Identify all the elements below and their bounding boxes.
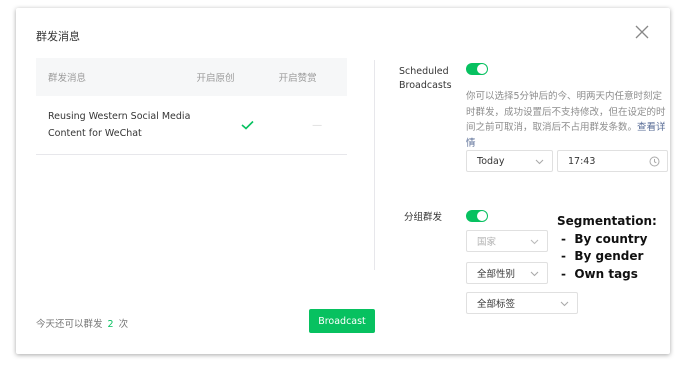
header-message: 群发消息 xyxy=(48,73,87,84)
chevron-down-icon xyxy=(530,239,539,245)
chevron-down-icon xyxy=(535,159,544,165)
dialog-title: 群发消息 xyxy=(36,30,80,43)
time-value: 17:43 xyxy=(568,155,596,167)
clock-icon xyxy=(649,156,660,167)
table-row: Reusing Western Social Media Content for… xyxy=(36,96,347,155)
reward-disabled-dash: — xyxy=(312,119,323,131)
broadcast-button[interactable]: Broadcast xyxy=(309,309,375,333)
table-header: 群发消息 开启原创 开启赞赏 xyxy=(36,58,347,96)
annotation-title: Segmentation: xyxy=(557,214,657,228)
date-value: Today xyxy=(477,155,505,167)
gender-value: 全部性别 xyxy=(477,269,516,280)
annotation-item: - By country xyxy=(561,231,648,246)
segment-label: 分组群发 xyxy=(404,212,443,223)
annotation-item: - By gender xyxy=(561,249,644,263)
check-icon xyxy=(241,120,254,130)
header-original: 开启原创 xyxy=(196,73,235,84)
segment-toggle[interactable] xyxy=(466,210,488,222)
country-value: 国家 xyxy=(477,237,497,248)
original-enabled-check xyxy=(197,120,287,130)
segmentation-annotation: Segmentation: - By country - By gender -… xyxy=(557,213,657,283)
chevron-down-icon xyxy=(530,271,539,277)
tags-value: 全部标签 xyxy=(477,299,516,310)
panel-divider xyxy=(374,60,375,270)
remaining-broadcasts: 今天还可以群发 2 次 xyxy=(36,316,128,330)
country-select[interactable]: 国家 xyxy=(466,230,548,252)
chevron-down-icon xyxy=(560,301,569,307)
tags-select[interactable]: 全部标签 xyxy=(466,292,578,314)
remaining-count: 2 xyxy=(107,319,114,330)
scheduled-label: Scheduled Broadcasts xyxy=(399,66,452,91)
close-icon[interactable] xyxy=(634,24,650,40)
gender-select[interactable]: 全部性别 xyxy=(466,262,548,284)
message-table: 群发消息 开启原创 开启赞赏 Reusing Western Social Me… xyxy=(36,58,347,155)
scheduled-description: 你可以选择5分钟后的今、明两天内任意时刻定时群发，成功设置后不支持修改，但在设定… xyxy=(466,89,670,151)
remaining-suffix: 次 xyxy=(118,319,129,330)
date-select[interactable]: Today xyxy=(466,150,553,172)
broadcast-dialog: 群发消息 群发消息 开启原创 开启赞赏 Reusing Western Soci… xyxy=(16,8,670,354)
remaining-prefix: 今天还可以群发 xyxy=(36,319,103,330)
description-text: 你可以选择5分钟后的今、明两天内任意时刻定时群发，成功设置后不支持修改，但在设定… xyxy=(466,91,666,133)
annotation-item: - Own tags xyxy=(561,266,638,281)
header-reward: 开启赞赏 xyxy=(278,73,317,84)
scheduled-toggle[interactable] xyxy=(466,63,488,75)
message-title: Reusing Western Social Media Content for… xyxy=(48,111,191,139)
time-picker[interactable]: 17:43 xyxy=(557,150,668,172)
